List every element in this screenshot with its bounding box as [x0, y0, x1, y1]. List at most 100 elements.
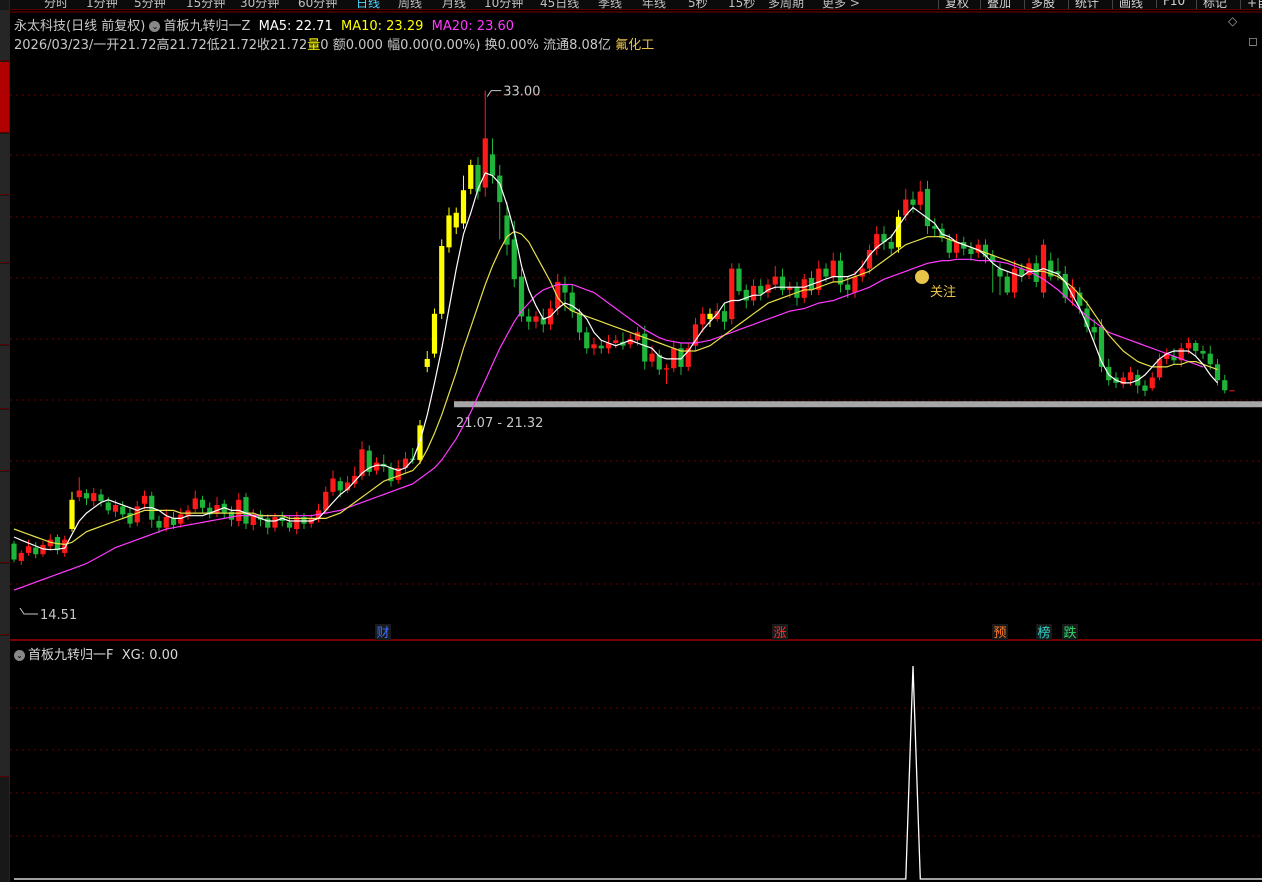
candle-body — [489, 154, 496, 176]
candle-body — [823, 268, 829, 277]
candles — [11, 90, 1235, 565]
candle-body — [700, 313, 706, 325]
candle-body — [468, 164, 474, 189]
candle-body — [663, 368, 670, 370]
candle-body — [1011, 268, 1018, 293]
event-marker-2: 预 — [993, 626, 1006, 641]
candle-body — [526, 316, 532, 322]
candle-body — [1207, 353, 1213, 365]
candle-body — [243, 497, 249, 524]
candle-body — [845, 284, 851, 290]
candle-body — [917, 191, 923, 205]
candle-body — [758, 285, 764, 294]
candle-body — [439, 246, 445, 314]
event-marker-3: 榜 — [1037, 625, 1050, 641]
candle-body — [1222, 380, 1228, 391]
candle-body — [11, 543, 17, 560]
candle-body — [105, 502, 111, 511]
candle-body — [83, 493, 90, 499]
xg-signal-line — [14, 665, 1262, 880]
ma20-line — [13, 258, 1204, 591]
candle-body — [120, 506, 126, 515]
pane-borders — [10, 11, 1262, 641]
support-label: 21.07 - 21.32 — [456, 416, 543, 431]
support-bar — [454, 401, 1262, 408]
candle-body — [729, 268, 735, 320]
candle-body — [62, 539, 68, 553]
candle-body — [460, 190, 467, 224]
min-price-label: 14.51 — [40, 608, 77, 623]
candlestick-chart[interactable]: 21.07 - 21.32 33.00 14.51 关注 财 涨 预 榜跌 — [0, 0, 1262, 882]
candle-body — [424, 358, 430, 367]
candle-body — [453, 212, 459, 228]
candle-body — [852, 276, 858, 293]
candle-body — [562, 284, 568, 293]
candle-body — [946, 239, 952, 253]
candle-body — [337, 481, 343, 491]
candle-body — [76, 490, 82, 498]
candle-body — [163, 517, 169, 528]
candle-body — [1142, 385, 1148, 391]
candle-body — [431, 313, 438, 354]
candle-body — [569, 292, 575, 312]
candle-body — [649, 353, 655, 362]
candle-body — [750, 285, 757, 301]
candle-body — [671, 348, 677, 369]
candle-body — [192, 498, 198, 510]
candle-body — [1185, 343, 1192, 349]
candle-body — [968, 248, 974, 254]
candle-body — [214, 505, 220, 514]
event-markers: 财 涨 预 榜跌 — [375, 624, 1078, 641]
candle-body — [830, 260, 836, 277]
candle-body — [446, 215, 452, 248]
candle-body — [859, 268, 865, 277]
candle-body — [924, 188, 931, 227]
candle-body — [141, 495, 148, 504]
candle-body — [721, 311, 728, 322]
candle-body — [25, 546, 32, 553]
candle-body — [482, 138, 488, 188]
candle-body — [373, 462, 380, 471]
price-labels: 33.00 14.51 关注 — [19, 85, 956, 623]
max-price-label: 33.00 — [503, 85, 540, 100]
candle-body — [91, 493, 97, 502]
candle-body — [1106, 366, 1112, 381]
ma5-line — [13, 172, 1218, 551]
candle-body — [199, 499, 206, 508]
grid-lines — [10, 94, 1262, 837]
candle-body — [736, 268, 742, 292]
candle-body — [533, 316, 539, 322]
candle-body — [888, 242, 894, 249]
candle-body — [178, 514, 184, 524]
candle-body — [895, 216, 902, 248]
candle-body — [801, 279, 807, 298]
candle-body — [910, 199, 916, 205]
candle-body — [584, 332, 590, 349]
candle-body — [591, 344, 597, 349]
max-pointer — [486, 90, 502, 97]
candle-body — [598, 345, 604, 349]
support-zone: 21.07 - 21.32 — [454, 401, 1262, 431]
candle-body — [1200, 350, 1206, 354]
candle-body — [18, 552, 24, 561]
candle-body — [953, 242, 960, 253]
candle-body — [772, 276, 778, 285]
candle-body — [272, 517, 278, 528]
candle-body — [98, 494, 104, 502]
candle-body — [69, 499, 75, 529]
candle-body — [112, 505, 119, 512]
candle-body — [511, 239, 517, 280]
candle-body — [779, 276, 786, 290]
candle-body — [1033, 263, 1039, 282]
candle-body — [1091, 327, 1097, 333]
candle-body — [1149, 377, 1155, 389]
event-marker-4: 跌 — [1063, 625, 1076, 641]
candle-body — [170, 518, 177, 526]
candle-body — [555, 281, 561, 309]
candle-body — [1229, 390, 1235, 392]
candle-body — [286, 522, 293, 528]
candle-body — [613, 340, 619, 343]
money-bag-icon — [915, 270, 929, 284]
min-pointer — [19, 607, 38, 615]
candle-body — [634, 332, 641, 341]
